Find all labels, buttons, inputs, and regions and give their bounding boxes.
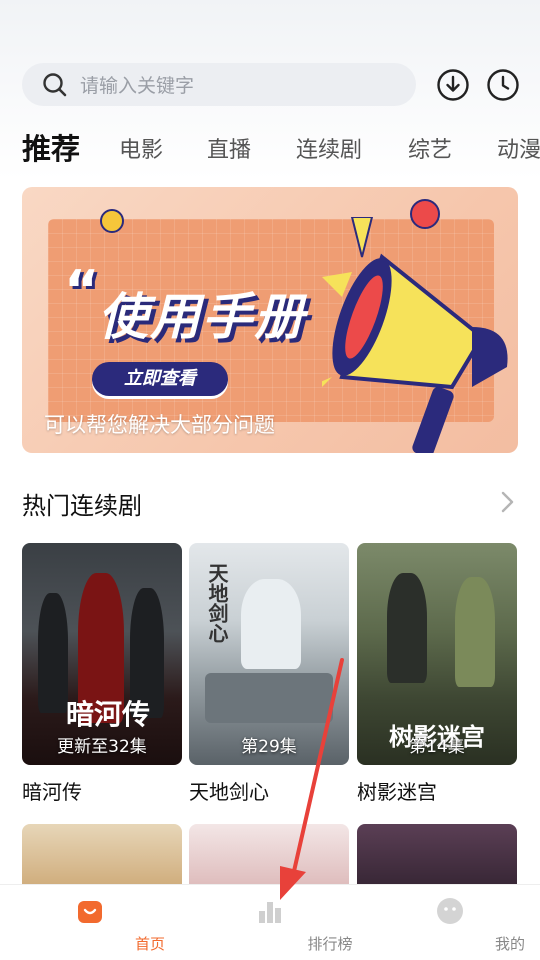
episode-badge: 更新至32集 (57, 737, 147, 757)
history-clock-icon[interactable] (486, 68, 520, 102)
nav-profile[interactable]: 我的 (390, 885, 525, 960)
show-name[interactable]: 暗河传 (22, 776, 82, 805)
episode-badge: 第14集 (409, 737, 465, 757)
poster-figure (241, 579, 301, 669)
tab-live[interactable]: 直播 (207, 132, 251, 164)
nav-ranking[interactable]: 排行榜 (210, 885, 353, 960)
section-title-hot-series: 热门连续剧 (22, 492, 142, 520)
poster-figure (38, 593, 68, 713)
episode-badge: 第29集 (241, 737, 297, 757)
search-placeholder: 请输入关键字 (80, 75, 195, 97)
tab-movies[interactable]: 电影 (119, 132, 163, 164)
poster-figure (455, 577, 495, 687)
show-poster[interactable]: 暗河传 更新至32集 (22, 543, 182, 765)
home-icon (78, 901, 102, 923)
user-manual-banner[interactable]: “ 使用手册 立即查看 可以帮您解决大部分问题 (22, 187, 518, 453)
category-tabs: 推荐 电影 直播 连续剧 综艺 动漫 (0, 126, 540, 170)
poster-figure (205, 673, 333, 723)
chevron-right-icon[interactable] (496, 490, 518, 514)
megaphone-icon (322, 217, 508, 453)
search-icon (43, 72, 67, 96)
banner-title: 使用手册 (98, 288, 306, 346)
poster-title-art: 天地剑心 (205, 563, 229, 643)
nav-label: 首页 (134, 935, 165, 953)
poster-figure (387, 573, 427, 683)
search-input[interactable]: 请输入关键字 (22, 63, 416, 106)
tab-anime[interactable]: 动漫 (497, 132, 540, 164)
bottom-navigation: 首页 排行榜 我的 (0, 884, 540, 960)
tab-recommended[interactable]: 推荐 (22, 126, 80, 168)
download-icon[interactable] (436, 68, 470, 102)
nav-home[interactable]: 首页 (30, 885, 165, 960)
show-poster[interactable]: 树影迷宫 第14集 (357, 543, 517, 765)
tab-variety[interactable]: 综艺 (408, 132, 452, 164)
show-name[interactable]: 天地剑心 (189, 776, 269, 805)
profile-icon (437, 898, 463, 924)
tab-series[interactable]: 连续剧 (296, 132, 362, 164)
nav-label: 我的 (494, 935, 525, 953)
ranking-icon (259, 902, 281, 923)
banner-decor-dot (100, 209, 124, 233)
poster-title-art: 暗河传 (66, 698, 151, 731)
show-name[interactable]: 树影迷宫 (357, 776, 437, 805)
nav-label: 排行榜 (307, 935, 353, 953)
banner-caption: 可以帮您解决大部分问题 (44, 413, 275, 437)
view-now-button[interactable]: 立即查看 (92, 362, 228, 396)
show-poster[interactable]: 天地剑心 第29集 (189, 543, 349, 765)
quote-mark-icon: “ (64, 259, 100, 322)
